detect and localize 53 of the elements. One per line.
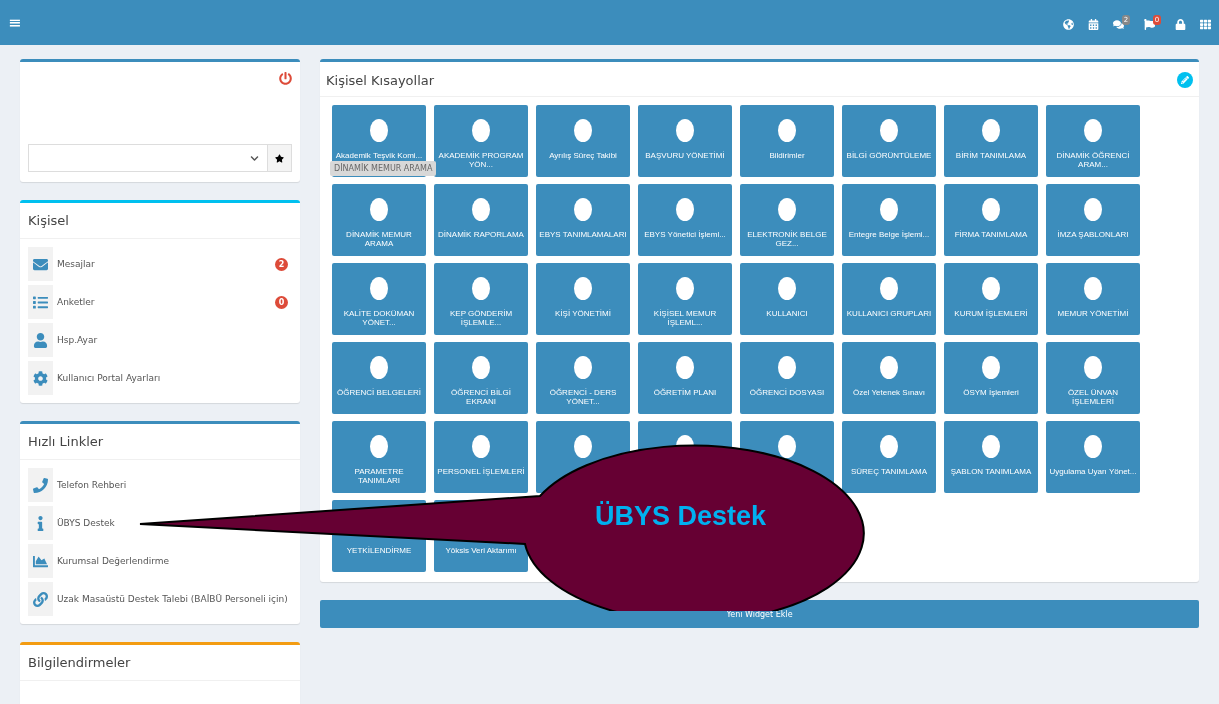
shortcut-tile[interactable]: BAŞVURU YÖNETİMİ (638, 105, 732, 177)
panel-title: Hızlı Linkler (20, 424, 300, 460)
tooltip: DİNAMİK MEMUR ARAMA (330, 161, 437, 176)
menu-icon[interactable]: ≡ (8, 13, 22, 32)
shortcut-tile[interactable]: PERSONEL İŞLEMLERİ (434, 421, 528, 493)
link[interactable]: Hsp.Ayar (57, 335, 98, 345)
shortcut-tile[interactable]: İMZA ŞABLONLARI (1046, 184, 1140, 256)
shortcut-tile[interactable]: ŞABLON TANIMLAMA (944, 421, 1038, 493)
link[interactable]: Mesajlar (57, 259, 95, 269)
shortcut-tile[interactable]: FİRMA TANIMLAMA (944, 184, 1038, 256)
shortcut-tile[interactable]: SÜREÇ TANIMLAMA (842, 421, 936, 493)
shortcut-tile[interactable]: DİNAMİK RAPORLAMA (434, 184, 528, 256)
shortcut-tile[interactable]: ÖZEL ÜNVAN İŞLEMLERİ (1046, 342, 1140, 414)
link[interactable]: ÜBYS Destek (57, 518, 115, 528)
shortcut-tile[interactable]: KİŞİSEL MEMUR İŞLEML... (638, 263, 732, 335)
shortcut-tile[interactable]: EBYS Yönetici İşleml... (638, 184, 732, 256)
shortcut-tile[interactable]: KURUM İŞLEMLERİ (944, 263, 1038, 335)
shortcut-tile[interactable]: KULLANICI (740, 263, 834, 335)
shortcut-tile[interactable]: ÖĞRENCİ - DERS YÖNET... (536, 342, 630, 414)
shortcut-tile[interactable]: Özel Yetenek Sınavı (842, 342, 936, 414)
shortcut-tile[interactable]: Entegre Belge İşleml... (842, 184, 936, 256)
shortcut-tile[interactable]: KEP GÖNDERİM İŞLEMLE... (434, 263, 528, 335)
panel-title: Kişisel Kısayollar (326, 72, 435, 88)
shortcut-tile[interactable]: PARAMETRE TANIMLARI (332, 421, 426, 493)
link[interactable]: Anketler (57, 297, 95, 307)
shortcut-tile[interactable]: EBYS TANIMLAMALARI (536, 184, 630, 256)
shortcut-tile[interactable]: MEMUR YÖNETİMİ (1046, 263, 1140, 335)
shortcut-tile[interactable]: Bildirimler (740, 105, 834, 177)
count-badge: 0 (275, 295, 288, 309)
count-badge: 2 (275, 257, 288, 271)
link[interactable]: Kullanıcı Portal Ayarları (57, 373, 161, 383)
panel-title: Bilgilendirmeler (20, 645, 300, 681)
shortcut-tile[interactable]: Uygulama Uyarı Yönet... (1046, 421, 1140, 493)
shortcut-tile[interactable]: AKADEMİK PROGRAM YÖN... (434, 105, 528, 177)
shortcut-tile[interactable]: DİNAMİK ÖĞRENCİ ARAM... (1046, 105, 1140, 177)
shortcut-tile[interactable]: ÖĞRENCİ DOSYASI (740, 342, 834, 414)
shortcut-tile[interactable]: KİŞİ YÖNETİMİ (536, 263, 630, 335)
shortcut-tile[interactable]: Ayrılış Süreç Takibi (536, 105, 630, 177)
callout-text: ÜBYS Destek (595, 501, 767, 532)
shortcut-tile[interactable]: KALİTE DOKÜMAN YÖNET... (332, 263, 426, 335)
link[interactable]: Kurumsal Değerlendirme (57, 556, 170, 566)
shortcut-tile[interactable]: BİLGİ GÖRÜNTÜLEME (842, 105, 936, 177)
link[interactable]: Telefon Rehberi (57, 480, 127, 490)
shortcut-tile[interactable]: ELEKTRONİK BELGE GEZ... (740, 184, 834, 256)
shortcut-tile[interactable]: ÖSYM İşlemleri (944, 342, 1038, 414)
link[interactable]: Uzak Masaüstü Destek Talebi (BAİBÜ Personeli için) (57, 594, 288, 604)
shortcut-tile[interactable]: DİNAMİK MEMUR ARAMA (332, 184, 426, 256)
shortcut-tile[interactable]: BİRİM TANIMLAMA (944, 105, 1038, 177)
shortcut-tile[interactable]: KULLANICI GRUPLARI (842, 263, 936, 335)
shortcut-tile[interactable]: ÖĞRETİM PLANI (638, 342, 732, 414)
panel-title: Kişisel (20, 203, 300, 239)
shortcut-tile[interactable]: ÖĞRENCİ BİLGİ EKRANI (434, 342, 528, 414)
shortcut-tile[interactable]: ÖĞRENCİ BELGELERİ (332, 342, 426, 414)
